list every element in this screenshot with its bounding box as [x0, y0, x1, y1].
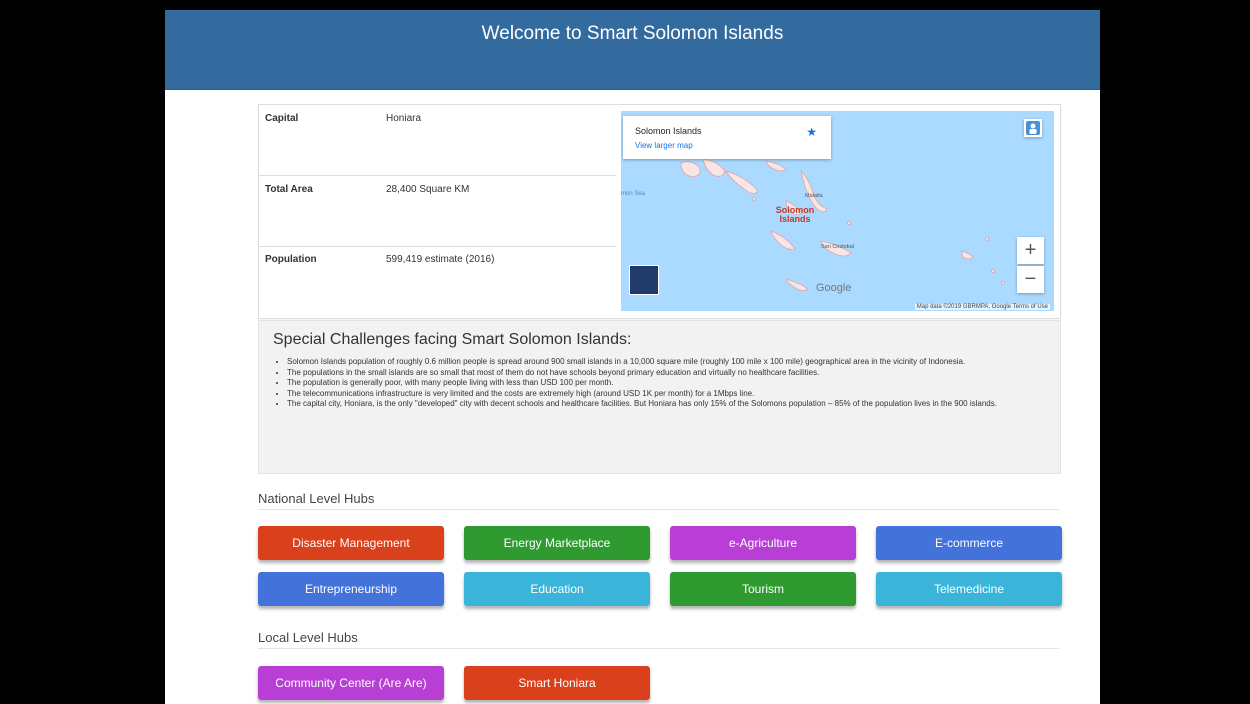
list-item: The populations in the small islands are… [287, 368, 1057, 379]
island-dot [752, 197, 756, 201]
fact-row-capital: Capital Honiara [259, 105, 616, 176]
embedded-map[interactable]: mon Sea Solomon Islands Malaita San Cris… [621, 111, 1054, 311]
map-label-san-cristobal: San Cristobal [821, 244, 855, 250]
pegman-icon[interactable] [1024, 119, 1042, 137]
fact-key: Population [265, 254, 317, 265]
map-attribution[interactable]: Map data ©2019 GBRMPA, Google Terms of U… [914, 304, 1050, 310]
island-shape [785, 278, 809, 291]
page-title: Welcome to Smart Solomon Islands [481, 23, 784, 44]
local-hubs-heading: Local Level Hubs [258, 630, 1059, 649]
star-icon[interactable]: ★ [806, 125, 817, 139]
island-shape [765, 160, 787, 172]
view-larger-map-link[interactable]: View larger map [635, 141, 693, 150]
island-shape [725, 170, 759, 194]
smart-honiara-button[interactable]: Smart Honiara [464, 666, 650, 700]
e-agriculture-button[interactable]: e-Agriculture [670, 526, 856, 560]
country-info-panel: Capital Honiara Total Area 28,400 Square… [258, 104, 1061, 319]
telemedicine-button[interactable]: Telemedicine [876, 572, 1062, 606]
list-item: The telecommunications infrastructure is… [287, 389, 1057, 400]
map-card-title: Solomon Islands [635, 126, 702, 136]
page-container: Welcome to Smart Solomon Islands Capital… [165, 10, 1100, 704]
fact-row-area: Total Area 28,400 Square KM [259, 176, 616, 247]
fact-value: 28,400 Square KM [386, 184, 470, 195]
e-commerce-button[interactable]: E-commerce [876, 526, 1062, 560]
education-button[interactable]: Education [464, 572, 650, 606]
map-label-country: Solomon Islands [775, 205, 815, 224]
site-header: Welcome to Smart Solomon Islands [165, 10, 1100, 90]
fact-key: Total Area [265, 184, 313, 195]
island-shape [770, 230, 796, 250]
island-dot [985, 237, 989, 241]
entrepreneurship-button[interactable]: Entrepreneurship [258, 572, 444, 606]
fact-row-population: Population 599,419 estimate (2016) [259, 247, 616, 317]
zoom-in-button[interactable]: + [1017, 237, 1044, 264]
map-info-card: Solomon Islands View larger map ★ [623, 116, 831, 159]
island-dot [847, 221, 851, 225]
island-shape [680, 161, 701, 178]
disaster-management-button[interactable]: Disaster Management [258, 526, 444, 560]
google-logo: Google [816, 282, 852, 294]
national-hubs-heading: National Level Hubs [258, 491, 1059, 510]
island-shape [960, 250, 974, 260]
list-item: Solomon Islands population of roughly 0.… [287, 357, 1057, 368]
island-dot [991, 269, 995, 273]
fact-value: 599,419 estimate (2016) [386, 254, 495, 265]
list-item: The capital city, Honiara, is the only "… [287, 399, 1057, 410]
community-center-button[interactable]: Community Center (Are Are) [258, 666, 444, 700]
challenges-panel: Special Challenges facing Smart Solomon … [258, 320, 1061, 474]
challenges-title: Special Challenges facing Smart Solomon … [273, 331, 632, 348]
island-dot [1001, 281, 1005, 285]
map-label-sea: mon Sea [621, 191, 646, 197]
list-item: The population is generally poor, with m… [287, 378, 1057, 389]
facts-table: Capital Honiara Total Area 28,400 Square… [259, 105, 616, 318]
fact-key: Capital [265, 113, 299, 124]
fact-value: Honiara [386, 113, 422, 124]
tourism-button[interactable]: Tourism [670, 572, 856, 606]
map-label-malaita: Malaita [805, 193, 823, 199]
satellite-toggle[interactable] [629, 265, 659, 295]
challenges-list: Solomon Islands population of roughly 0.… [273, 357, 1057, 410]
energy-marketplace-button[interactable]: Energy Marketplace [464, 526, 650, 560]
zoom-out-button[interactable]: − [1017, 266, 1044, 293]
island-shape [702, 158, 726, 177]
